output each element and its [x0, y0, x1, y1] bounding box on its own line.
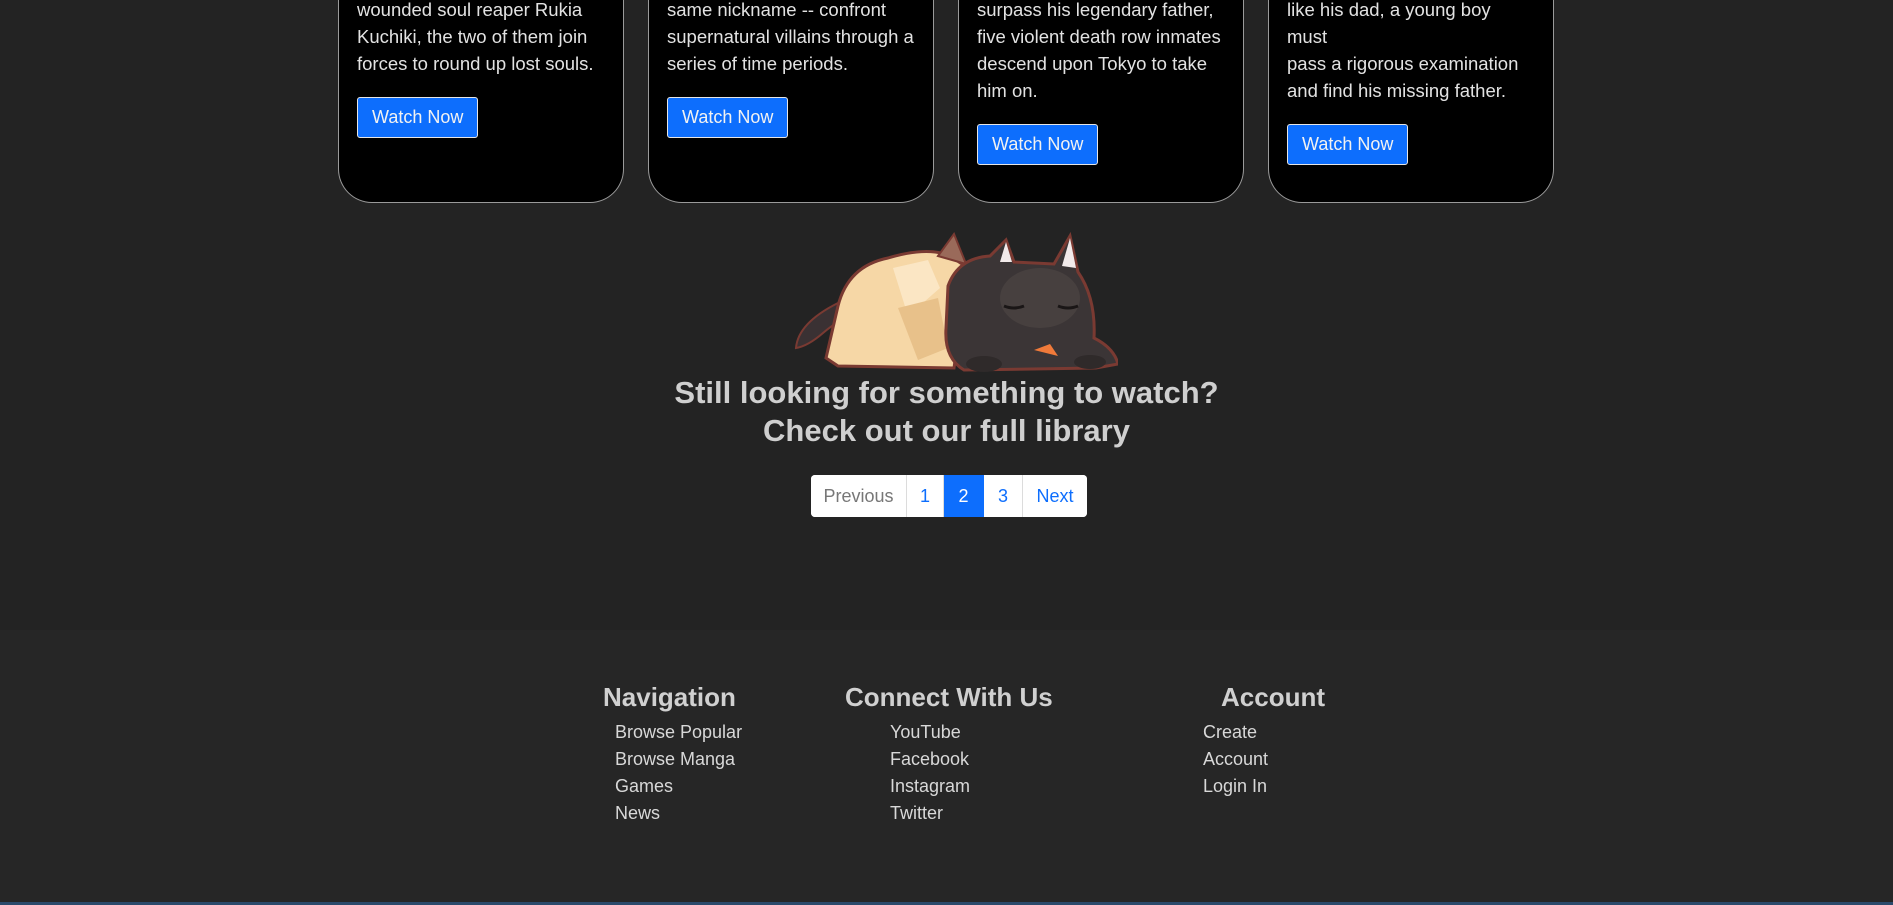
card-description: same nickname -- confront supernatural v… [667, 0, 915, 77]
pagination-page-2[interactable]: 2 [944, 475, 984, 517]
page: wounded soul reaper Rukia Kuchiki, the t… [0, 0, 1893, 905]
footer-link-facebook[interactable]: Facebook [890, 746, 1053, 773]
anime-card: surpass his legendary father, five viole… [958, 0, 1244, 203]
watch-now-button[interactable]: Watch Now [1287, 124, 1409, 165]
pagination-previous-button[interactable]: Previous [811, 475, 907, 517]
card-description-line: descend upon Tokyo to take [977, 53, 1208, 74]
card-description-line: pass a rigorous examination [1287, 53, 1519, 74]
anime-card: same nickname -- confront supernatural v… [648, 0, 934, 203]
footer-link-login[interactable]: Login In [1203, 773, 1325, 800]
sleeping-cats-illustration [794, 231, 1118, 372]
card-description-line: wounded soul reaper Rukia [357, 0, 583, 20]
footer-account-column: Account Create Account Login In [1203, 682, 1325, 800]
card-description-line: series of time periods. [667, 53, 848, 74]
card-description-line: five violent death row inmates [977, 26, 1221, 47]
card-description-line: supernatural villains through a [667, 26, 914, 47]
pagination-page-3[interactable]: 3 [984, 475, 1023, 517]
footer-link-news[interactable]: News [615, 800, 742, 827]
pagination-page-1[interactable]: 1 [907, 475, 944, 517]
footer-link-browse-manga[interactable]: Browse Manga [615, 746, 742, 773]
footer-link-twitter[interactable]: Twitter [890, 800, 1053, 827]
card-description-line: surpass his legendary father, [977, 0, 1214, 20]
footer-link-instagram[interactable]: Instagram [890, 773, 1053, 800]
footer-link-games[interactable]: Games [615, 773, 742, 800]
card-description-line: same nickname -- confront [667, 0, 887, 20]
footer-connect-column: Connect With Us YouTube Facebook Instagr… [845, 682, 1053, 827]
card-description: like his dad, a young boy must pass a ri… [1287, 0, 1535, 104]
site-footer: Navigation Browse Popular Browse Manga G… [0, 630, 1893, 905]
footer-navigation-column: Navigation Browse Popular Browse Manga G… [603, 682, 742, 827]
footer-connect-heading: Connect With Us [845, 682, 1053, 712]
card-description-line: like his dad, a young boy must [1287, 0, 1491, 47]
anime-cards-row: wounded soul reaper Rukia Kuchiki, the t… [338, 0, 1558, 205]
card-description-line: Kuchiki, the two of them join [357, 26, 588, 47]
card-description-line: him on. [977, 80, 1038, 101]
library-cta: Still looking for something to watch? Ch… [0, 374, 1893, 450]
footer-link-youtube[interactable]: YouTube [890, 719, 1053, 746]
footer-account-heading: Account [1221, 682, 1325, 712]
cta-line-2: Check out our full library [763, 413, 1130, 448]
cta-line-1: Still looking for something to watch? [674, 375, 1219, 410]
watch-now-button[interactable]: Watch Now [977, 124, 1099, 165]
watch-now-button[interactable]: Watch Now [357, 97, 479, 138]
anime-card: like his dad, a young boy must pass a ri… [1268, 0, 1554, 203]
pagination-next-button[interactable]: Next [1023, 475, 1087, 517]
card-description: surpass his legendary father, five viole… [977, 0, 1225, 104]
footer-link-browse-popular[interactable]: Browse Popular [615, 719, 742, 746]
footer-navigation-heading: Navigation [603, 682, 736, 712]
watch-now-button[interactable]: Watch Now [667, 97, 789, 138]
pagination: Previous 1 2 3 Next [811, 475, 1087, 517]
card-description-line: and find his missing father. [1287, 80, 1507, 101]
footer-link-create-account[interactable]: Create Account [1203, 719, 1325, 773]
card-description: wounded soul reaper Rukia Kuchiki, the t… [357, 0, 605, 77]
card-description-line: forces to round up lost souls. [357, 53, 594, 74]
anime-card: wounded soul reaper Rukia Kuchiki, the t… [338, 0, 624, 203]
